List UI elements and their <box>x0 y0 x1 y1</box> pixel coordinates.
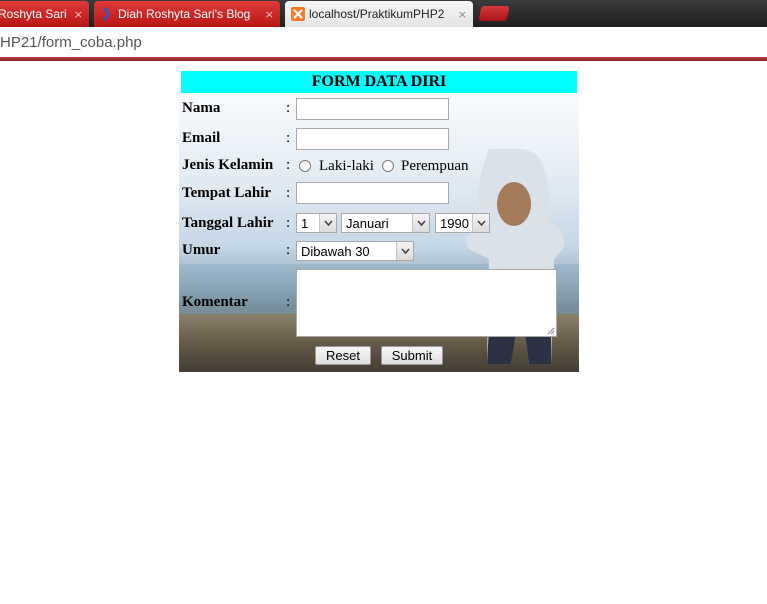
komentar-label: Komentar <box>182 294 248 310</box>
jenis-kelamin-label: Jenis Kelamin <box>182 157 274 173</box>
colon: : <box>286 185 291 201</box>
month-select[interactable]: Januari <box>341 213 430 233</box>
colon: : <box>286 100 291 116</box>
day-select[interactable]: 1 <box>296 213 337 233</box>
radio-label-laki-laki: Laki-laki <box>319 158 374 174</box>
address-bar[interactable]: HP21/form_coba.php <box>0 27 767 58</box>
email-label: Email <box>182 130 221 146</box>
form-container: FORM DATA DIRI Nama : Email : Jenis Kela… <box>179 69 579 372</box>
tab-localhost[interactable]: localhost/PraktikumPHP2 × <box>285 1 473 27</box>
radio-perempuan[interactable] <box>382 160 394 172</box>
tempat-lahir-input[interactable] <box>296 182 449 204</box>
month-select-value: Januari <box>346 215 389 231</box>
reset-button[interactable]: Reset <box>315 346 371 365</box>
tab-roshyta-sari[interactable]: Roshyta Sari × <box>0 1 89 27</box>
xampp-icon <box>291 7 305 21</box>
form-title: FORM DATA DIRI <box>181 71 577 93</box>
nama-input[interactable] <box>296 98 449 120</box>
tanggal-lahir-label: Tanggal Lahir <box>182 215 274 231</box>
chevron-down-icon <box>412 214 429 232</box>
close-icon[interactable]: × <box>458 8 467 21</box>
komentar-textarea[interactable] <box>296 269 557 337</box>
toolbar-divider <box>0 57 767 61</box>
umur-select-value: Dibawah 30 <box>301 243 370 259</box>
tab-title: localhost/PraktikumPHP2 <box>309 7 445 21</box>
colon: : <box>286 294 291 310</box>
email-input[interactable] <box>296 128 449 150</box>
close-icon[interactable]: × <box>265 8 274 21</box>
tab-title: Roshyta Sari <box>0 7 67 21</box>
colon: : <box>286 215 291 231</box>
umur-select[interactable]: Dibawah 30 <box>296 241 414 261</box>
new-tab-button[interactable] <box>478 6 510 21</box>
resize-grip-icon[interactable] <box>547 327 555 335</box>
close-icon[interactable]: × <box>74 8 83 21</box>
chevron-down-icon <box>472 214 489 232</box>
tab-title: Diah Roshyta Sari's Blog <box>118 7 251 21</box>
colon: : <box>286 157 291 173</box>
colon: : <box>286 242 291 258</box>
radio-laki-laki[interactable] <box>299 160 311 172</box>
tab-diah-blog[interactable]: Diah Roshyta Sari's Blog × <box>94 1 280 27</box>
background-photo-person <box>466 149 565 364</box>
chevron-down-icon <box>396 242 413 260</box>
radio-label-perempuan: Perempuan <box>401 158 469 174</box>
chevron-down-icon <box>319 214 336 232</box>
year-select-value: 1990 <box>440 215 469 231</box>
submit-button[interactable]: Submit <box>381 346 443 365</box>
tab-bar: Roshyta Sari × Diah Roshyta Sari's Blog … <box>0 0 767 27</box>
blogger-icon <box>100 7 114 21</box>
day-select-value: 1 <box>301 215 309 231</box>
url-text[interactable]: HP21/form_coba.php <box>0 34 142 51</box>
colon: : <box>286 130 291 146</box>
tempat-lahir-label: Tempat Lahir <box>182 185 272 201</box>
year-select[interactable]: 1990 <box>435 213 490 233</box>
nama-label: Nama <box>182 100 221 116</box>
umur-label: Umur <box>182 242 221 258</box>
